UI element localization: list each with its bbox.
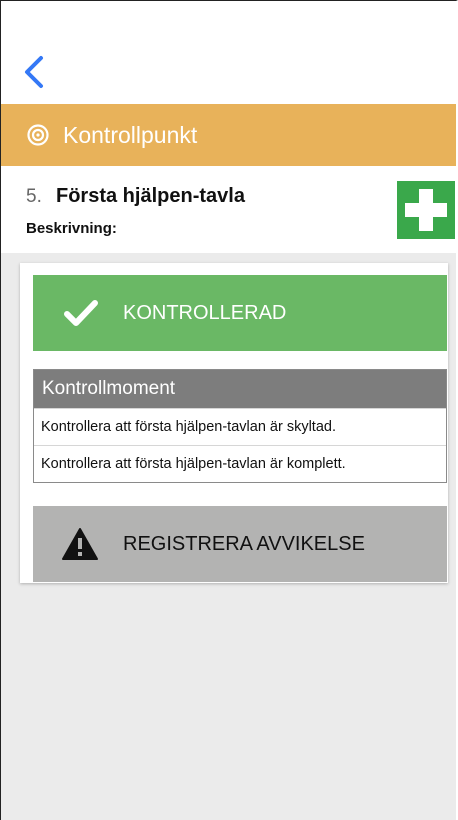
control-point-info: 5. Första hjälpen-tavla Beskrivning: [1, 166, 456, 253]
control-card: KONTROLLERAD Kontrollmoment Kontrollera … [20, 263, 448, 583]
target-icon [27, 124, 49, 146]
description-label: Beskrivning: [26, 220, 117, 237]
register-deviation-label: REGISTRERA AVVIKELSE [123, 532, 365, 555]
section-header: Kontrollpunkt [1, 104, 456, 166]
warning-icon [62, 528, 98, 560]
checklist-header: Kontrollmoment [34, 370, 446, 408]
back-button[interactable] [21, 55, 51, 89]
chevron-left-icon [25, 56, 43, 88]
register-deviation-button[interactable]: REGISTRERA AVVIKELSE [33, 506, 447, 582]
section-title: Kontrollpunkt [63, 121, 198, 148]
checked-button[interactable]: KONTROLLERAD [33, 275, 447, 351]
content-area: KONTROLLERAD Kontrollmoment Kontrollera … [1, 253, 456, 820]
checklist-item: Kontrollera att första hjälpen-tavlan är… [34, 445, 446, 482]
navigation-bar [1, 1, 456, 104]
checked-button-label: KONTROLLERAD [123, 301, 287, 324]
app-screen: Kontrollpunkt 5. Första hjälpen-tavla Be… [0, 0, 458, 820]
checkmark-icon [64, 300, 98, 326]
checklist-item: Kontrollera att första hjälpen-tavlan är… [34, 408, 446, 445]
point-number: 5. [26, 186, 42, 207]
checklist: Kontrollmoment Kontrollera att första hj… [33, 369, 447, 483]
first-aid-icon [397, 181, 455, 239]
point-title: Första hjälpen-tavla [56, 185, 245, 207]
